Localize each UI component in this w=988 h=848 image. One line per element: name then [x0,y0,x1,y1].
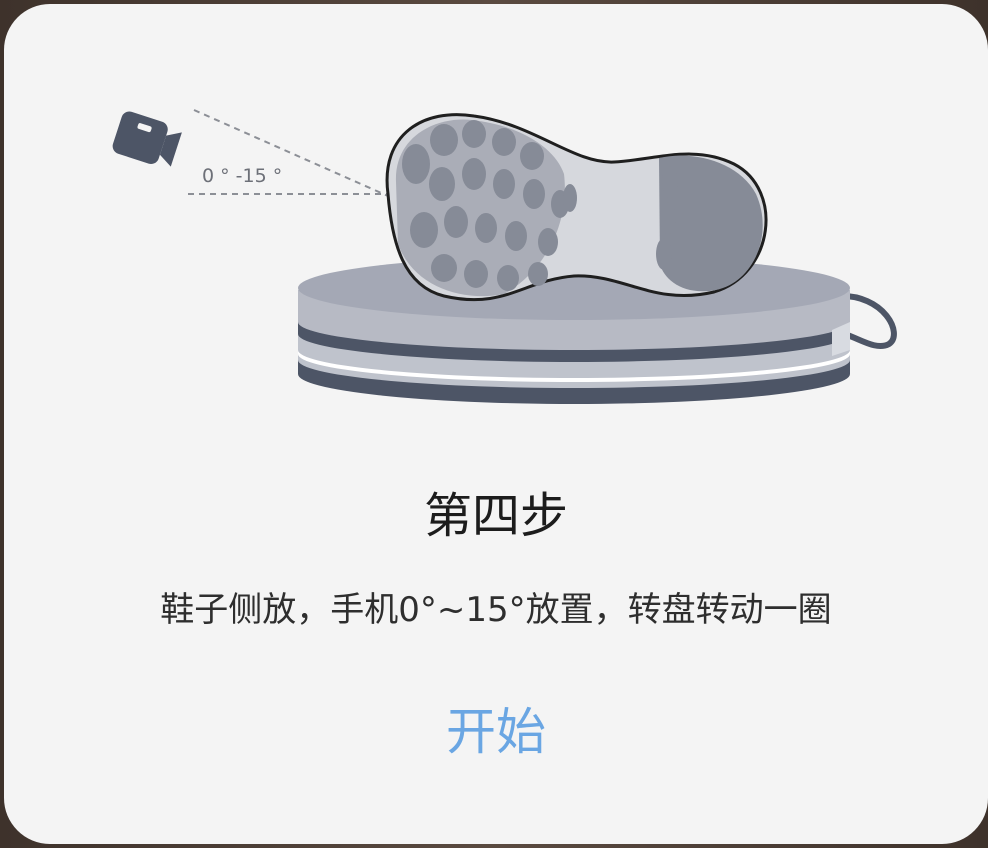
angle-label: 0 ° -15 ° [202,165,282,187]
start-button[interactable]: 开始 [396,690,596,774]
step-dialog: 0 ° -15 ° 第四步 鞋子侧放，手机0°~15°放置，转盘转动一圈 开始 [4,4,988,844]
shoe-sole-illustration [385,113,768,302]
camera-icon [112,111,182,167]
step-description: 鞋子侧放，手机0°~15°放置，转盘转动一圈 [160,590,832,630]
step-illustration: 0 ° -15 ° [112,109,897,404]
step-title: 第四步 [423,488,568,544]
